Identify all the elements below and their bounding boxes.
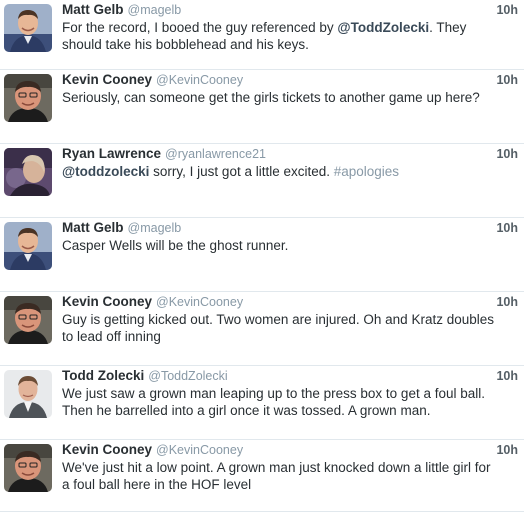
tweet-text-segment: We've just hit a low point. A grown man … — [62, 460, 491, 492]
tweet-item[interactable]: Kevin Cooney @KevinCooney 10h Guy is gettin… — [0, 292, 524, 366]
matt-gelb-avatar[interactable] — [4, 4, 52, 52]
tweet-item[interactable]: Ryan Lawrence @ryanlawrence21 10h @toddzole… — [0, 144, 524, 218]
author-handle[interactable]: @magelb — [128, 3, 182, 17]
tweet-timeline: Matt Gelb @magelb 10h For the record, I boo… — [0, 0, 524, 512]
tweet-text: @toddzolecki sorry, I just got a little … — [62, 163, 498, 180]
kevin-cooney-avatar[interactable] — [4, 296, 52, 344]
author-handle[interactable]: @KevinCooney — [156, 295, 243, 309]
tweet-text: We've just hit a low point. A grown man … — [62, 459, 498, 493]
tweet-text-segment: Guy is getting kicked out. Two women are… — [62, 312, 494, 344]
tweet-text: Seriously, can someone get the girls tic… — [62, 89, 498, 106]
tweet-header: Kevin Cooney @KevinCooney 10h — [62, 72, 520, 88]
kevin-cooney-avatar[interactable] — [4, 74, 52, 122]
author-handle[interactable]: @ryanlawrence21 — [165, 147, 266, 161]
author-name[interactable]: Kevin Cooney — [62, 442, 152, 457]
author-name[interactable]: Matt Gelb — [62, 2, 124, 17]
tweet-text-segment: Casper Wells will be the ghost runner. — [62, 238, 289, 253]
tweet-text: For the record, I booed the guy referenc… — [62, 19, 498, 53]
tweet-text-segment: For the record, I booed the guy referenc… — [62, 20, 338, 35]
tweet-timestamp[interactable]: 10h — [496, 220, 518, 236]
author-handle[interactable]: @KevinCooney — [156, 443, 243, 457]
mention-link[interactable]: @toddzolecki — [62, 164, 149, 179]
tweet-header: Todd Zolecki @ToddZolecki 10h — [62, 368, 520, 384]
tweet-header: Kevin Cooney @KevinCooney 10h — [62, 294, 520, 310]
author-name[interactable]: Kevin Cooney — [62, 294, 152, 309]
tweet-timestamp[interactable]: 10h — [496, 294, 518, 310]
tweet-text: We just saw a grown man leaping up to th… — [62, 385, 498, 419]
tweet-header: Matt Gelb @magelb 10h — [62, 220, 520, 236]
tweet-timestamp[interactable]: 10h — [496, 442, 518, 458]
tweet-text-segment: Seriously, can someone get the girls tic… — [62, 90, 480, 105]
tweet-text-segment: sorry, I just got a little excited. — [149, 164, 334, 179]
tweet-header: Ryan Lawrence @ryanlawrence21 10h — [62, 146, 520, 162]
tweet-header: Matt Gelb @magelb 10h — [62, 2, 520, 18]
ryan-lawrence-avatar[interactable] — [4, 148, 52, 196]
author-name[interactable]: Ryan Lawrence — [62, 146, 161, 161]
hashtag-link[interactable]: #apologies — [334, 164, 399, 179]
tweet-item[interactable]: Matt Gelb @magelb 10h Casper Wells will be … — [0, 218, 524, 292]
tweet-timestamp[interactable]: 10h — [496, 72, 518, 88]
todd-zolecki-avatar[interactable] — [4, 370, 52, 418]
author-handle[interactable]: @magelb — [128, 221, 182, 235]
author-handle[interactable]: @ToddZolecki — [148, 369, 227, 383]
mention-link[interactable]: @ToddZolecki — [337, 20, 429, 35]
tweet-item[interactable]: Kevin Cooney @KevinCooney 10h We've just hi… — [0, 440, 524, 512]
tweet-header: Kevin Cooney @KevinCooney 10h — [62, 442, 520, 458]
tweet-text: Guy is getting kicked out. Two women are… — [62, 311, 498, 345]
tweet-text: Casper Wells will be the ghost runner. — [62, 237, 498, 254]
author-name[interactable]: Todd Zolecki — [62, 368, 144, 383]
tweet-item[interactable]: Kevin Cooney @KevinCooney 10h Seriously, ca… — [0, 70, 524, 144]
kevin-cooney-avatar[interactable] — [4, 444, 52, 492]
author-name[interactable]: Matt Gelb — [62, 220, 124, 235]
tweet-timestamp[interactable]: 10h — [496, 368, 518, 384]
tweet-timestamp[interactable]: 10h — [496, 146, 518, 162]
tweet-item[interactable]: Matt Gelb @magelb 10h For the record, I boo… — [0, 0, 524, 70]
author-handle[interactable]: @KevinCooney — [156, 73, 243, 87]
matt-gelb-avatar[interactable] — [4, 222, 52, 270]
tweet-timestamp[interactable]: 10h — [496, 2, 518, 18]
tweet-item[interactable]: Todd Zolecki @ToddZolecki 10h We just saw a… — [0, 366, 524, 440]
author-name[interactable]: Kevin Cooney — [62, 72, 152, 87]
tweet-text-segment: We just saw a grown man leaping up to th… — [62, 386, 485, 418]
